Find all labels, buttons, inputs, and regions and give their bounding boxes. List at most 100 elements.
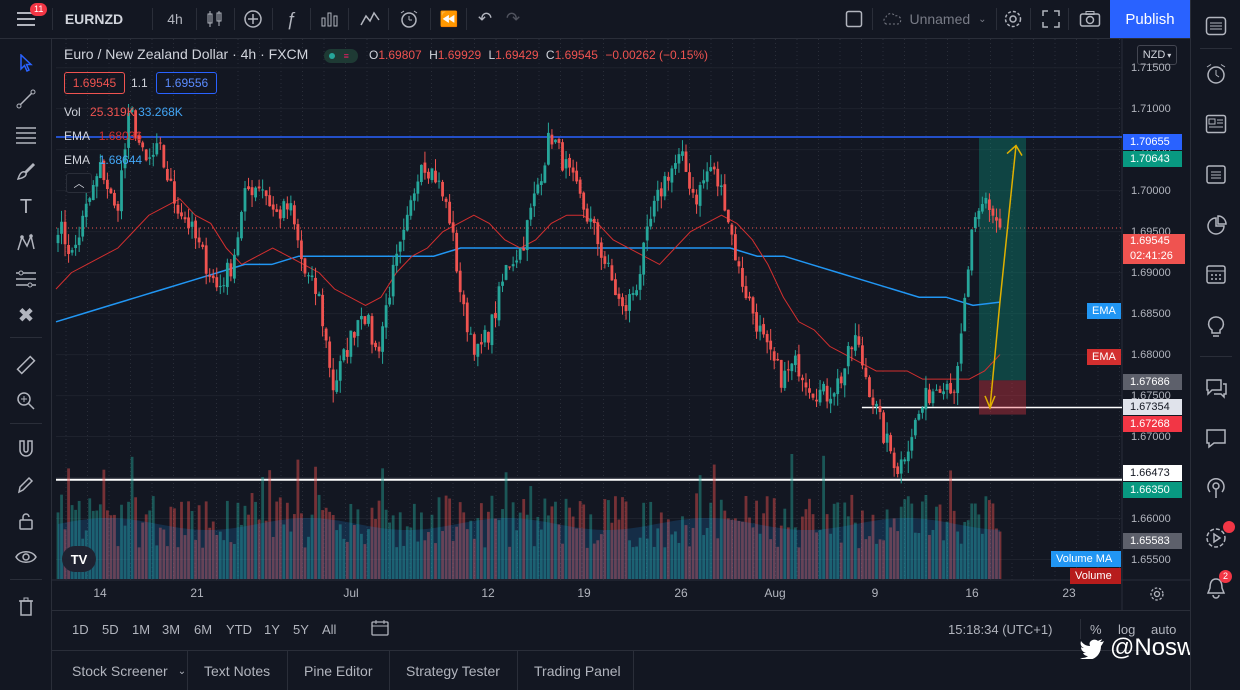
range-button-ytd[interactable]: YTD — [226, 622, 252, 637]
candle-body — [508, 266, 511, 268]
price-tick-label: 1.69000 — [1131, 266, 1171, 279]
interval-button[interactable]: 4h — [160, 0, 190, 38]
range-button-3m[interactable]: 3M — [162, 622, 180, 637]
replay-button[interactable]: ⏪ — [436, 0, 462, 38]
ema-fast-legend-row[interactable]: EMA 1.68036 — [64, 129, 142, 143]
watchlist-button[interactable] — [1200, 10, 1232, 42]
range-button-5d[interactable]: 5D — [102, 622, 119, 637]
indicators-button[interactable]: ƒ — [278, 0, 304, 38]
compare-button[interactable] — [240, 0, 266, 38]
magnet-tool[interactable] — [10, 433, 42, 465]
range-button-1d[interactable]: 1D — [72, 622, 89, 637]
range-button-1y[interactable]: 1Y — [264, 622, 280, 637]
candle-body — [857, 336, 861, 345]
prediction-tool[interactable] — [10, 263, 42, 295]
fib-tool[interactable] — [10, 119, 42, 151]
symbol-title[interactable]: Euro / New Zealand Dollar · 4h · FXCM — [64, 46, 308, 62]
settings-button[interactable] — [1000, 0, 1026, 38]
measure-tool[interactable] — [10, 349, 42, 381]
candle-body — [557, 139, 561, 143]
candle-body — [342, 349, 346, 361]
candle-body — [709, 167, 713, 172]
volume-legend-row[interactable]: Vol 25.319K 33.268K — [64, 105, 183, 119]
stay-in-drawing-mode-tool[interactable] — [10, 469, 42, 501]
candle-body — [444, 198, 448, 202]
buy-price-box[interactable]: 1.69556 — [156, 72, 217, 94]
ema-fast-value: 1.68036 — [98, 129, 143, 143]
zoom-tool[interactable] — [10, 385, 42, 417]
delete-tool[interactable] — [10, 591, 42, 623]
remove-drawings-tool[interactable]: ✖ — [10, 299, 42, 331]
hide-drawings-tool[interactable] — [10, 541, 42, 573]
fib-lines-icon — [16, 127, 36, 144]
alert-button[interactable] — [394, 0, 424, 38]
candle-body — [811, 393, 815, 398]
trend-line-tool[interactable] — [10, 83, 42, 115]
lock-drawings-tool[interactable] — [10, 505, 42, 537]
data-window-button[interactable] — [1200, 108, 1232, 140]
data-window-icon — [1205, 114, 1227, 134]
ideas-button[interactable] — [1200, 310, 1232, 342]
timezone-clock[interactable]: 15:18:34 (UTC+1) — [948, 622, 1052, 637]
candle-body — [391, 264, 395, 297]
candle-body — [980, 204, 984, 212]
candle-body — [702, 180, 706, 184]
market-status-icon[interactable]: ≡ — [323, 48, 358, 63]
redo-button[interactable]: ↷ — [500, 0, 526, 38]
layout-select-button[interactable] — [840, 0, 868, 38]
candle-body — [455, 232, 459, 272]
candle-body — [793, 355, 797, 366]
tab-text-notes[interactable]: Text Notes — [190, 651, 288, 690]
tab-stock-screener[interactable]: Stock Screener ⌄ — [58, 651, 188, 690]
candle-body — [236, 237, 240, 256]
undo-button[interactable]: ↶ — [472, 0, 498, 38]
symbol-search-button[interactable]: EURNZD — [54, 0, 134, 38]
tab-pine-editor[interactable]: Pine Editor — [290, 651, 390, 690]
brush-tool[interactable] — [10, 155, 42, 187]
calendar-pie-button[interactable] — [1200, 210, 1232, 242]
candle-body — [116, 203, 120, 211]
candle-body — [688, 172, 691, 189]
candle-body — [638, 274, 642, 290]
candle-body — [437, 180, 441, 182]
chats-button[interactable] — [1200, 372, 1232, 404]
layout-name-button[interactable]: Unnamed ⌄ — [876, 0, 992, 38]
range-button-1m[interactable]: 1M — [132, 622, 150, 637]
range-button-all[interactable]: All — [322, 622, 336, 637]
ema-slow-legend-row[interactable]: EMA 1.68644 — [64, 153, 142, 167]
candle-body — [885, 433, 889, 443]
tab-strategy-tester[interactable]: Strategy Tester — [392, 651, 518, 690]
time-tick-label: 12 — [481, 586, 495, 600]
change-value: −0.00262 (−0.15%) — [605, 48, 709, 62]
alerts-button[interactable] — [1200, 58, 1232, 90]
economic-calendar-button[interactable] — [1200, 258, 1232, 290]
open-value: 1.69807 — [378, 48, 422, 62]
financials-button[interactable] — [316, 0, 342, 38]
tab-trading-panel[interactable]: Trading Panel — [520, 651, 634, 690]
snapshot-button[interactable] — [1076, 0, 1104, 38]
messages-button[interactable] — [1200, 422, 1232, 454]
templates-button[interactable] — [356, 0, 384, 38]
candle-body — [165, 168, 169, 181]
candle-body — [624, 305, 628, 311]
cursor-tool[interactable] — [10, 47, 42, 79]
chart-canvas[interactable] — [0, 0, 1240, 690]
go-to-date-button[interactable] — [370, 619, 392, 639]
axis-settings-button[interactable] — [1147, 584, 1167, 604]
tradingview-logo[interactable]: TV — [62, 546, 96, 572]
collapse-legend-button[interactable]: ︿ — [66, 173, 92, 193]
hotlist-button[interactable] — [1200, 158, 1232, 190]
sell-price-box[interactable]: 1.69545 — [64, 72, 125, 94]
candle-body — [402, 229, 406, 240]
magnet-icon — [19, 440, 33, 457]
fullscreen-button[interactable] — [1038, 0, 1064, 38]
streams-button[interactable] — [1200, 472, 1232, 504]
text-tool[interactable]: T — [10, 191, 42, 223]
publish-button[interactable]: Publish — [1110, 0, 1190, 38]
chart-type-button[interactable] — [202, 0, 228, 38]
candle-body — [681, 151, 684, 156]
pattern-tool[interactable] — [10, 227, 42, 259]
candle-body — [204, 245, 208, 274]
range-button-6m[interactable]: 6M — [194, 622, 212, 637]
range-button-5y[interactable]: 5Y — [293, 622, 309, 637]
